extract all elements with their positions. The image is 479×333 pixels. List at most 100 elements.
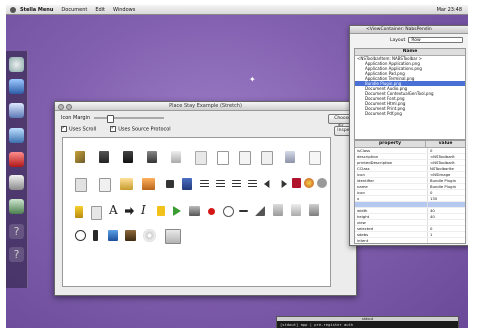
bottle-icon[interactable] (93, 230, 98, 241)
notebook-icon[interactable] (108, 230, 118, 241)
clock-icon[interactable] (223, 206, 234, 217)
property-value[interactable]: 1 (428, 232, 465, 237)
property-value[interactable]: 0 (428, 148, 465, 153)
property-value[interactable]: <NSToolbarIt (428, 160, 465, 165)
menu-app-name[interactable]: Stella Menu (16, 7, 57, 13)
drive-icon[interactable] (273, 204, 283, 216)
bold-text-icon[interactable] (292, 178, 301, 188)
font-a-icon[interactable]: A (109, 204, 118, 217)
mail-icon[interactable] (9, 103, 24, 118)
minus-icon[interactable] (239, 210, 248, 212)
align-center-icon[interactable] (200, 180, 209, 188)
property-value[interactable]: Bundle Plugin (428, 178, 465, 183)
unknown-app-icon-2[interactable]: ? (9, 247, 24, 262)
cd-icon[interactable] (143, 229, 156, 242)
property-value[interactable] (428, 220, 465, 225)
lock-icon[interactable] (75, 206, 83, 218)
image-viewer-icon[interactable] (9, 199, 24, 214)
property-row[interactable]: intent (355, 238, 465, 243)
trash-empty-icon[interactable] (291, 204, 301, 216)
print-icon[interactable] (189, 206, 200, 216)
align-justify-icon[interactable] (216, 180, 225, 188)
preferences-icon[interactable] (9, 128, 24, 143)
id-card-icon[interactable] (182, 178, 192, 190)
property-value[interactable] (428, 202, 465, 207)
tools-icon[interactable] (75, 151, 85, 163)
terminal-icon[interactable] (123, 151, 133, 163)
circle-icon[interactable] (317, 178, 327, 188)
inspector-titlebar[interactable]: <ViewContainer: NabsPendin (350, 26, 468, 34)
property-value[interactable] (428, 238, 465, 243)
play-icon[interactable] (173, 206, 181, 216)
pause-icon[interactable] (157, 206, 165, 216)
font-doc-icon[interactable] (261, 151, 273, 165)
uses-source-protocol-checkbox[interactable]: Uses Source Protocol (110, 125, 171, 133)
folder-icon[interactable] (120, 178, 133, 190)
layout-popup[interactable]: Row (408, 37, 463, 43)
outline-header-name[interactable]: Name (355, 49, 465, 56)
record-icon[interactable] (208, 208, 215, 215)
property-value[interactable]: 130 (428, 196, 465, 201)
property-value[interactable]: Bundle Plugin (428, 184, 465, 189)
italic-text-icon[interactable]: I (141, 204, 147, 217)
menu-windows[interactable]: Windows (109, 7, 139, 13)
property-value[interactable]: 0 (428, 226, 465, 231)
value-column-header[interactable]: value (426, 141, 465, 147)
window-titlebar[interactable]: Place Stay Example (Stretch) (55, 102, 356, 111)
align-right-icon[interactable] (248, 180, 257, 188)
external-drive-icon[interactable] (165, 229, 181, 244)
menu-edit[interactable]: Edit (91, 7, 109, 13)
outline-view[interactable]: Name <NSToolbarItem: NABSToolbar > Applic… (354, 48, 466, 140)
property-value[interactable]: 0 (428, 190, 465, 195)
property-value[interactable]: NSToolbarIte (428, 166, 465, 171)
icon-margin-slider-knob[interactable] (107, 115, 115, 123)
property-value[interactable]: 40 (428, 208, 465, 213)
inspector-title: <ViewContainer: NabsPendin (366, 27, 432, 32)
printer-doc-icon[interactable] (91, 206, 102, 220)
image-doc-icon[interactable] (285, 151, 295, 163)
property-key: selected (355, 226, 428, 231)
calculator-icon[interactable] (99, 151, 109, 163)
document-icon-1[interactable] (239, 151, 251, 165)
plus-icon[interactable] (166, 180, 174, 188)
desktop: Stella Menu Document Edit Windows Mar 23… (6, 5, 468, 328)
monitor-icon[interactable] (147, 151, 157, 163)
home-icon[interactable] (142, 178, 155, 190)
document-icon[interactable] (9, 175, 24, 190)
search-icon[interactable] (75, 230, 86, 241)
uses-scroll-checkbox[interactable]: Uses Scroll (61, 125, 97, 133)
property-key: printedDescription (355, 160, 428, 165)
unknown-app-icon[interactable]: ? (9, 224, 24, 239)
property-column-header[interactable]: property (355, 141, 426, 147)
briefcase-icon[interactable] (125, 230, 136, 241)
text-doc-icon[interactable] (309, 151, 321, 165)
menu-document[interactable]: Document (57, 7, 91, 13)
minimize-window-icon[interactable] (66, 104, 72, 110)
property-value[interactable]: <NSImage (428, 172, 465, 177)
arrow-left-icon[interactable] (264, 180, 270, 188)
color-wheel-icon[interactable] (304, 178, 314, 188)
forward-arrow-icon[interactable] (125, 207, 134, 215)
property-value[interactable]: 40 (428, 214, 465, 219)
pdf-reader-icon[interactable] (9, 152, 24, 167)
close-window-icon[interactable] (58, 104, 64, 110)
info-doc-icon[interactable] (99, 178, 111, 192)
uses-scroll-label: Uses Scroll (69, 126, 97, 133)
page-icon[interactable] (217, 151, 229, 165)
uses-source-protocol-check-icon[interactable] (110, 125, 117, 132)
property-value[interactable]: <NSToolbarIt (428, 154, 465, 159)
layout-row: Layout Row (360, 37, 463, 43)
property-table[interactable]: property value isClass 0 description <NSToo… (354, 140, 466, 244)
align-left-icon[interactable] (232, 180, 241, 188)
finder-icon[interactable] (9, 57, 24, 72)
blank-doc-icon[interactable] (195, 151, 207, 165)
network-disk-icon[interactable] (309, 204, 319, 216)
outline-row[interactable]: Document Pdf.png (355, 111, 465, 116)
headphones-doc-icon[interactable] (75, 178, 87, 192)
cube-icon[interactable] (171, 151, 181, 163)
icon-margin-slider[interactable] (94, 115, 165, 123)
magnifier-icon[interactable] (9, 79, 24, 94)
arrow-right-icon[interactable] (281, 180, 287, 188)
resize-handle-icon[interactable] (255, 206, 265, 216)
uses-scroll-check-icon[interactable] (61, 125, 67, 132)
